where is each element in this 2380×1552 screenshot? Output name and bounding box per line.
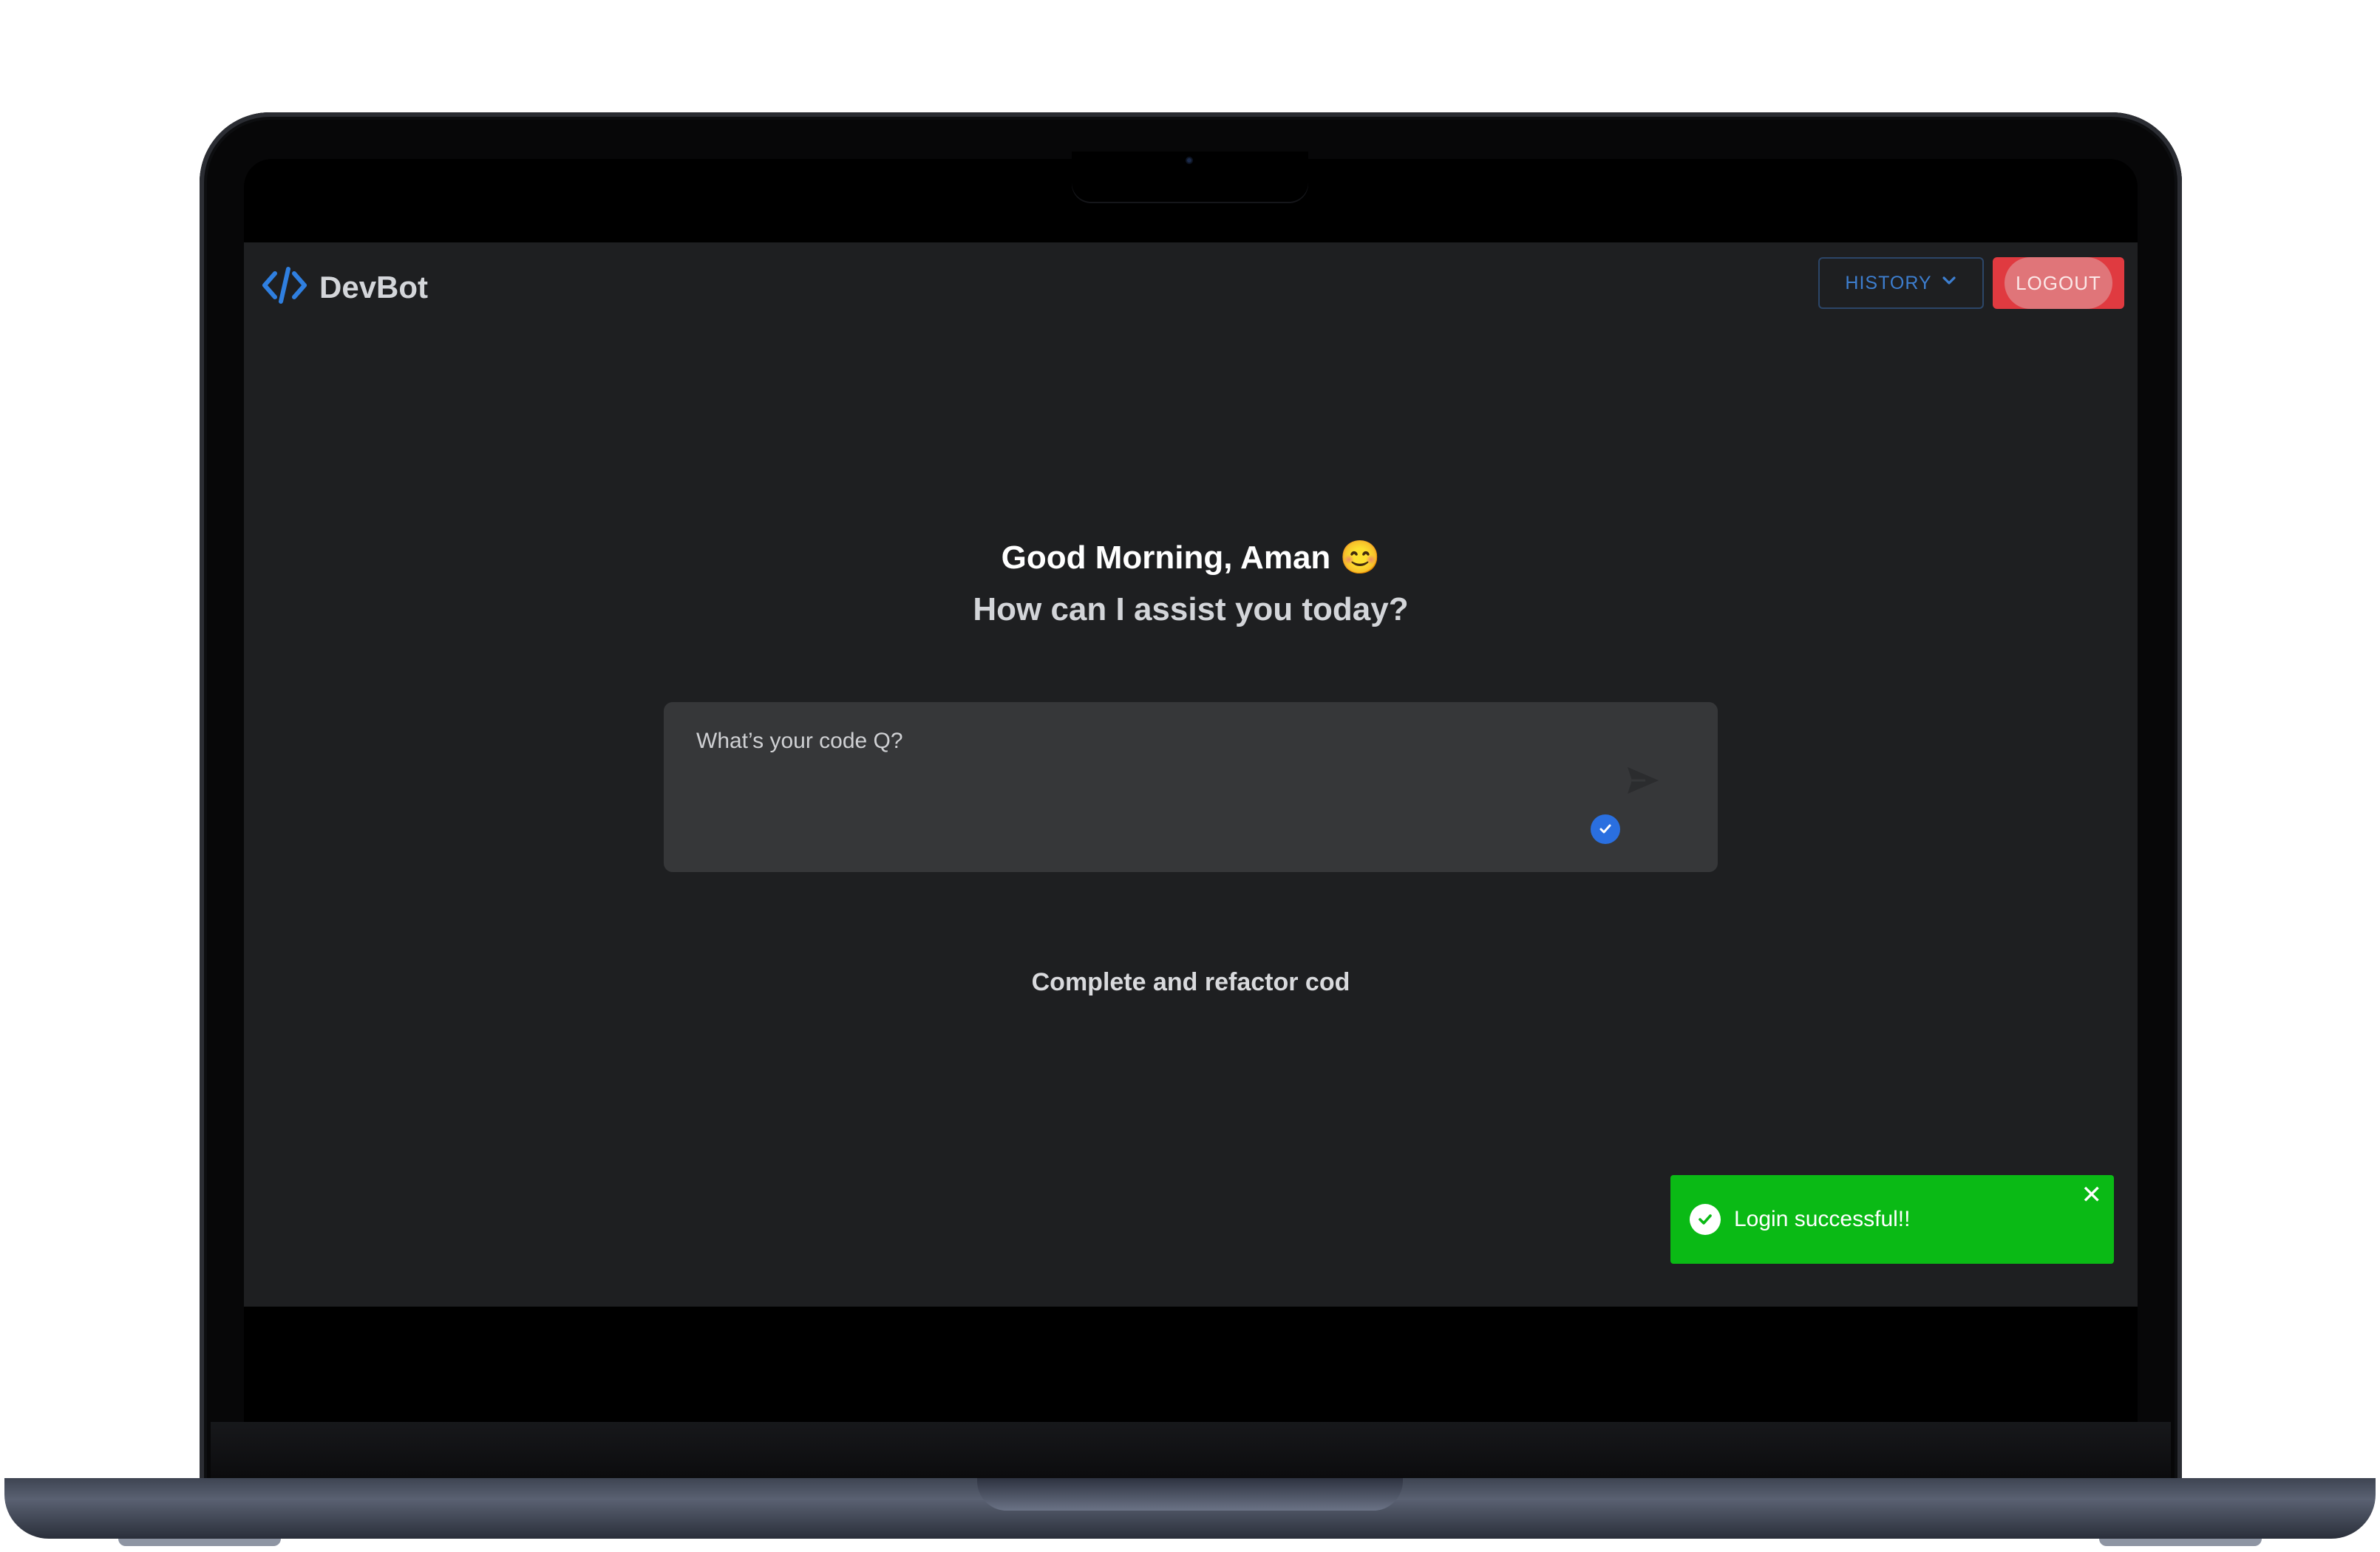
history-dropdown-button[interactable]: HISTORY (1818, 257, 1984, 309)
close-icon[interactable]: ✕ (2081, 1182, 2103, 1208)
send-icon[interactable] (1625, 764, 1662, 797)
code-brackets-icon (260, 265, 309, 310)
history-label: HISTORY (1845, 272, 1932, 293)
logout-button[interactable]: LOGOUT (1993, 257, 2124, 309)
brand[interactable]: DevBot (260, 265, 428, 310)
camera-icon (1186, 157, 1193, 164)
suggestion-prompt[interactable]: Complete and refactor cod (244, 968, 2138, 997)
check-circle-icon (1591, 814, 1620, 844)
code-query-input[interactable] (696, 729, 1598, 847)
app-name: DevBot (319, 269, 429, 304)
assist-subtitle: How can I assist you today? (973, 591, 1409, 627)
laptop-chin (211, 1422, 2171, 1478)
success-toast: Login successful!! ✕ (1670, 1175, 2114, 1264)
query-box (664, 702, 1718, 872)
check-circle-icon (1690, 1204, 1721, 1235)
chevron-down-icon (1941, 273, 1957, 294)
app-screen: DevBot HISTORY LOGOUT Good Morning, Aman… (244, 242, 2138, 1307)
laptop-hinge-notch (977, 1478, 1403, 1511)
laptop-foot-left (118, 1539, 281, 1546)
laptop-foot-right (2099, 1539, 2262, 1546)
toast-message: Login successful!! (1734, 1207, 1911, 1231)
greeting-heading: Good Morning, Aman 😊 (1001, 540, 1381, 576)
logout-label: LOGOUT (2016, 271, 2101, 294)
